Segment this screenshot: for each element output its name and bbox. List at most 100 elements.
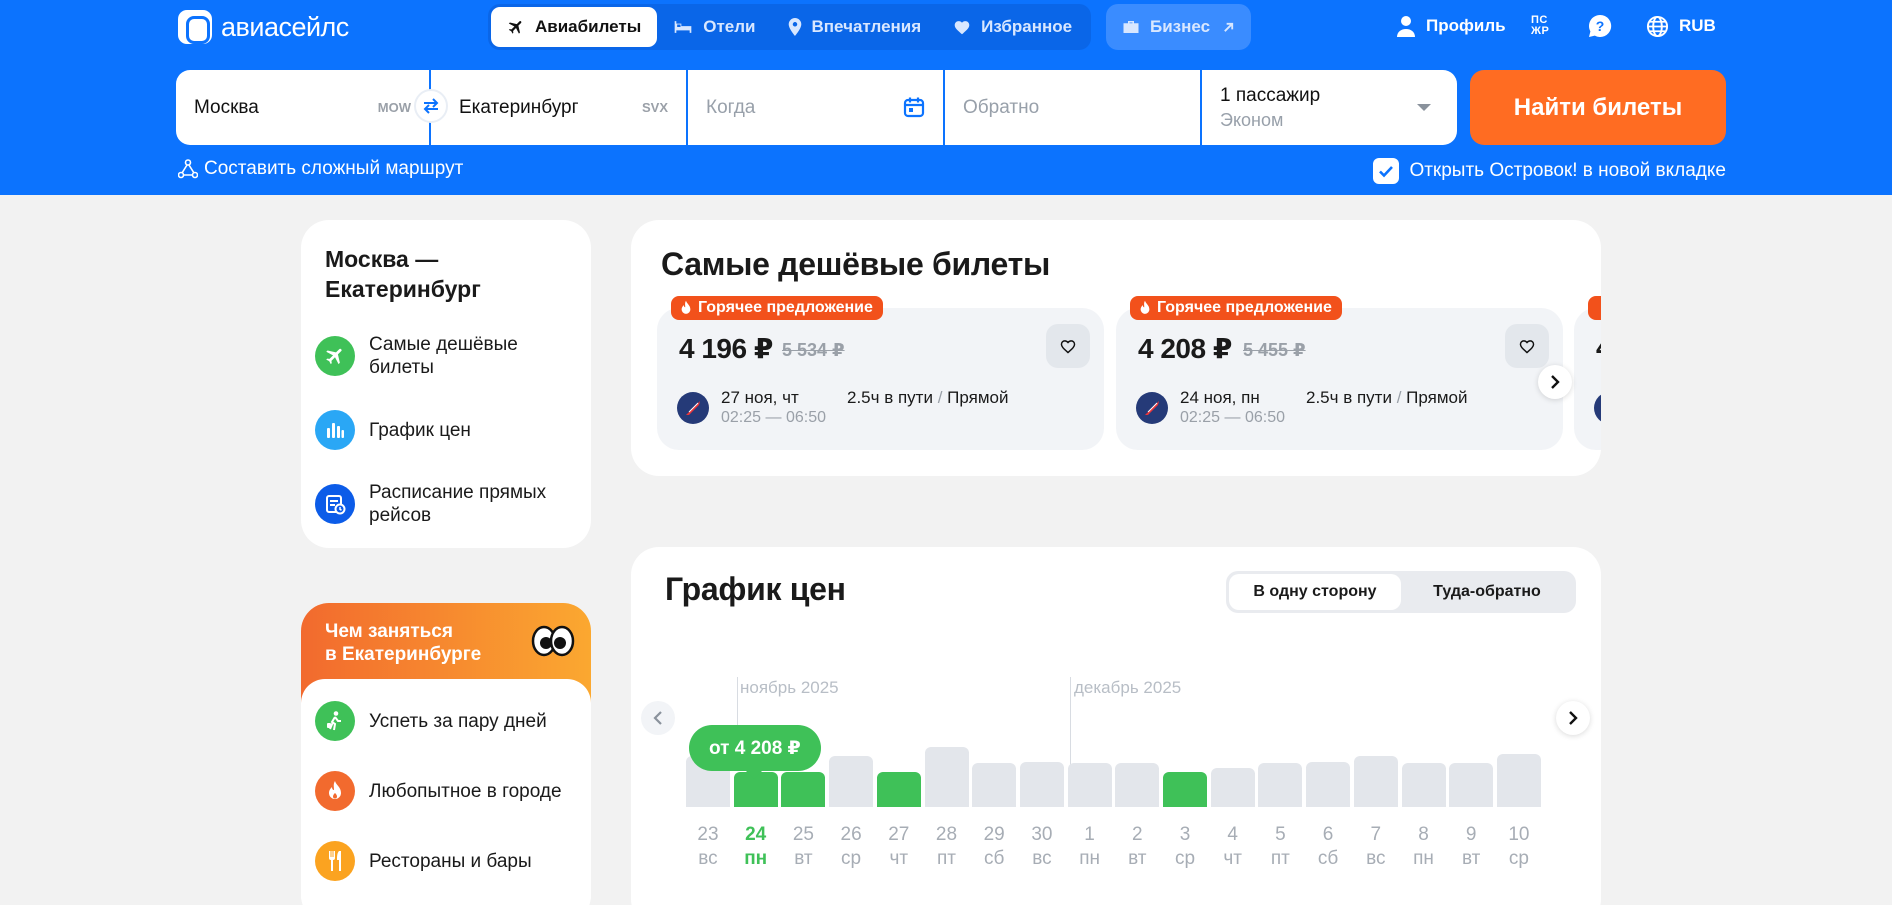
date-label[interactable]: 8 пн xyxy=(1402,823,1446,871)
origin-field[interactable]: Москва MOW xyxy=(176,70,429,145)
day-number: 2 xyxy=(1132,824,1143,845)
sidebar-item-cheapest[interactable]: Самые дешёвые билеты xyxy=(315,333,585,379)
calendar-icon xyxy=(903,96,925,124)
price-bar[interactable] xyxy=(1306,762,1351,807)
cheapest-title: Самые дешёвые билеты xyxy=(661,246,1050,282)
day-number: 27 xyxy=(888,824,910,845)
destination-field[interactable]: Екатеринбург SVX xyxy=(431,70,686,145)
day-number: 26 xyxy=(840,824,862,845)
cheapest-tickets-card: Самые дешёвые билеты Горячее предложение… xyxy=(631,220,1601,476)
price-bar[interactable] xyxy=(1115,763,1160,807)
route-sections-card: Москва — Екатеринбург Самые дешёвые биле… xyxy=(301,220,591,548)
activity-item-quick[interactable]: Успеть за пару дней xyxy=(315,701,585,741)
price-bar[interactable] xyxy=(1067,763,1112,807)
toggle-one-way[interactable]: В одну сторону xyxy=(1229,574,1401,610)
date-label[interactable]: 10 ср xyxy=(1497,823,1541,871)
weekday: вт xyxy=(1461,848,1481,869)
price-bar[interactable] xyxy=(924,747,969,807)
toggle-round-trip[interactable]: Туда-обратно xyxy=(1401,574,1573,610)
price-bar[interactable] xyxy=(876,772,921,807)
currency-button[interactable]: RUB xyxy=(1646,12,1716,40)
activity-item-restaurants[interactable]: Рестораны и бары xyxy=(315,841,585,881)
ticket-price-peek: 4 xyxy=(1596,332,1601,364)
find-tickets-button[interactable]: Найти билеты xyxy=(1470,70,1726,145)
bar-chart-icon xyxy=(315,410,355,450)
ticket-old-price: 5 534 ₽ xyxy=(782,340,845,360)
ticket-date: 27 ноя, чт xyxy=(721,388,799,407)
price-bar[interactable] xyxy=(1163,772,1207,807)
date-label[interactable]: 3 ср xyxy=(1163,823,1207,871)
price-bar[interactable] xyxy=(1353,756,1398,807)
price-bar[interactable] xyxy=(1210,767,1255,807)
weekday: вс xyxy=(698,848,718,869)
hot-offer-badge: Горячее предложение xyxy=(1130,296,1342,320)
open-ostrovok-checkbox[interactable]: Открыть Островок! в новой вкладке xyxy=(1373,158,1726,184)
business-button[interactable]: Бизнес xyxy=(1106,4,1252,50)
ticket-price: 4 196 ₽ xyxy=(679,333,773,364)
date-label[interactable]: 5 пт xyxy=(1258,823,1302,871)
date-label[interactable]: 24 пн xyxy=(734,823,778,871)
date-label[interactable]: 30 вс xyxy=(1020,823,1064,871)
date-label[interactable]: 28 пт xyxy=(925,823,969,871)
price-bar[interactable] xyxy=(1449,763,1494,807)
activity-item-curious[interactable]: Любопытное в городе xyxy=(315,771,585,811)
price-bar[interactable] xyxy=(1401,763,1446,807)
weekday: пн xyxy=(744,848,768,869)
price-bar[interactable] xyxy=(1258,763,1303,807)
tab-favorites[interactable]: Избранное xyxy=(937,7,1088,47)
date-label[interactable]: 4 чт xyxy=(1211,823,1255,871)
sidebar-item-schedule[interactable]: Расписание прямых рейсов xyxy=(315,481,585,527)
depart-date-field[interactable]: Когда xyxy=(688,70,943,145)
day-number: 25 xyxy=(792,824,814,845)
price-bar[interactable] xyxy=(972,763,1017,807)
day-number: 8 xyxy=(1418,824,1429,845)
weekday: пт xyxy=(1270,848,1290,869)
date-label[interactable]: 25 вт xyxy=(781,823,825,871)
help-button[interactable]: ? xyxy=(1588,12,1622,40)
date-label[interactable]: 29 сб xyxy=(972,823,1016,871)
ticket-date: 24 ноя, пн xyxy=(1180,388,1260,407)
date-label[interactable]: 9 вт xyxy=(1449,823,1493,871)
tab-hotels[interactable]: Отели xyxy=(657,7,771,47)
date-label[interactable]: 6 сб xyxy=(1306,823,1350,871)
ticket-card[interactable]: Горячее предложение 4 196 ₽ 5 534 ₽ 27 н… xyxy=(657,296,1104,450)
date-label[interactable]: 1 пн xyxy=(1068,823,1112,871)
price-bar[interactable] xyxy=(1496,753,1541,807)
tickets-next-button[interactable] xyxy=(1538,365,1572,399)
chart-prev-button[interactable] xyxy=(641,701,675,735)
price-bar[interactable] xyxy=(1019,762,1064,807)
date-label[interactable]: 2 вт xyxy=(1115,823,1159,871)
profile-button[interactable]: Профиль xyxy=(1396,12,1506,40)
tab-experiences[interactable]: Впечатления xyxy=(772,7,938,47)
cutlery-icon xyxy=(315,841,355,881)
day-number: 28 xyxy=(935,824,958,845)
ticket-card-peek[interactable]: 4 xyxy=(1574,296,1601,450)
complex-route-link[interactable]: Составить сложный маршрут xyxy=(178,158,463,180)
sidebar-item-price-chart[interactable]: График цен xyxy=(315,410,585,450)
date-label[interactable]: 23 вс xyxy=(686,823,730,871)
hot-offer-badge xyxy=(1588,296,1601,320)
favorite-button[interactable] xyxy=(1046,324,1090,368)
logo[interactable]: авиасейлс xyxy=(178,10,349,44)
tab-flights[interactable]: Авиабилеты xyxy=(491,7,658,47)
favorite-button[interactable] xyxy=(1505,324,1549,368)
date-label[interactable]: 26 ср xyxy=(829,823,873,871)
price-bar[interactable] xyxy=(829,756,874,807)
brand-name: авиасейлс xyxy=(221,11,349,42)
weekday: вс xyxy=(1032,848,1052,869)
date-label[interactable]: 27 чт xyxy=(877,823,921,871)
swap-button[interactable] xyxy=(414,89,448,123)
chart-next-button[interactable] xyxy=(1556,701,1590,735)
bed-icon xyxy=(673,19,693,35)
ticket-duration: 2.5ч в пути / Прямой xyxy=(1306,388,1468,407)
date-label[interactable]: 7 вс xyxy=(1354,823,1398,871)
price-bar[interactable] xyxy=(781,772,826,807)
psjr-logo[interactable]: ПС ЖР xyxy=(1531,15,1559,39)
return-date-field[interactable]: Обратно xyxy=(945,70,1200,145)
ticket-card[interactable]: Горячее предложение 4 208 ₽ 5 455 ₽ 24 н… xyxy=(1116,296,1563,450)
weekday: пт xyxy=(937,848,956,869)
day-number: 7 xyxy=(1370,824,1382,845)
day-number: 1 xyxy=(1084,824,1095,845)
day-number: 23 xyxy=(697,824,719,845)
passengers-field[interactable]: 1 пассажир Эконом xyxy=(1202,70,1457,145)
